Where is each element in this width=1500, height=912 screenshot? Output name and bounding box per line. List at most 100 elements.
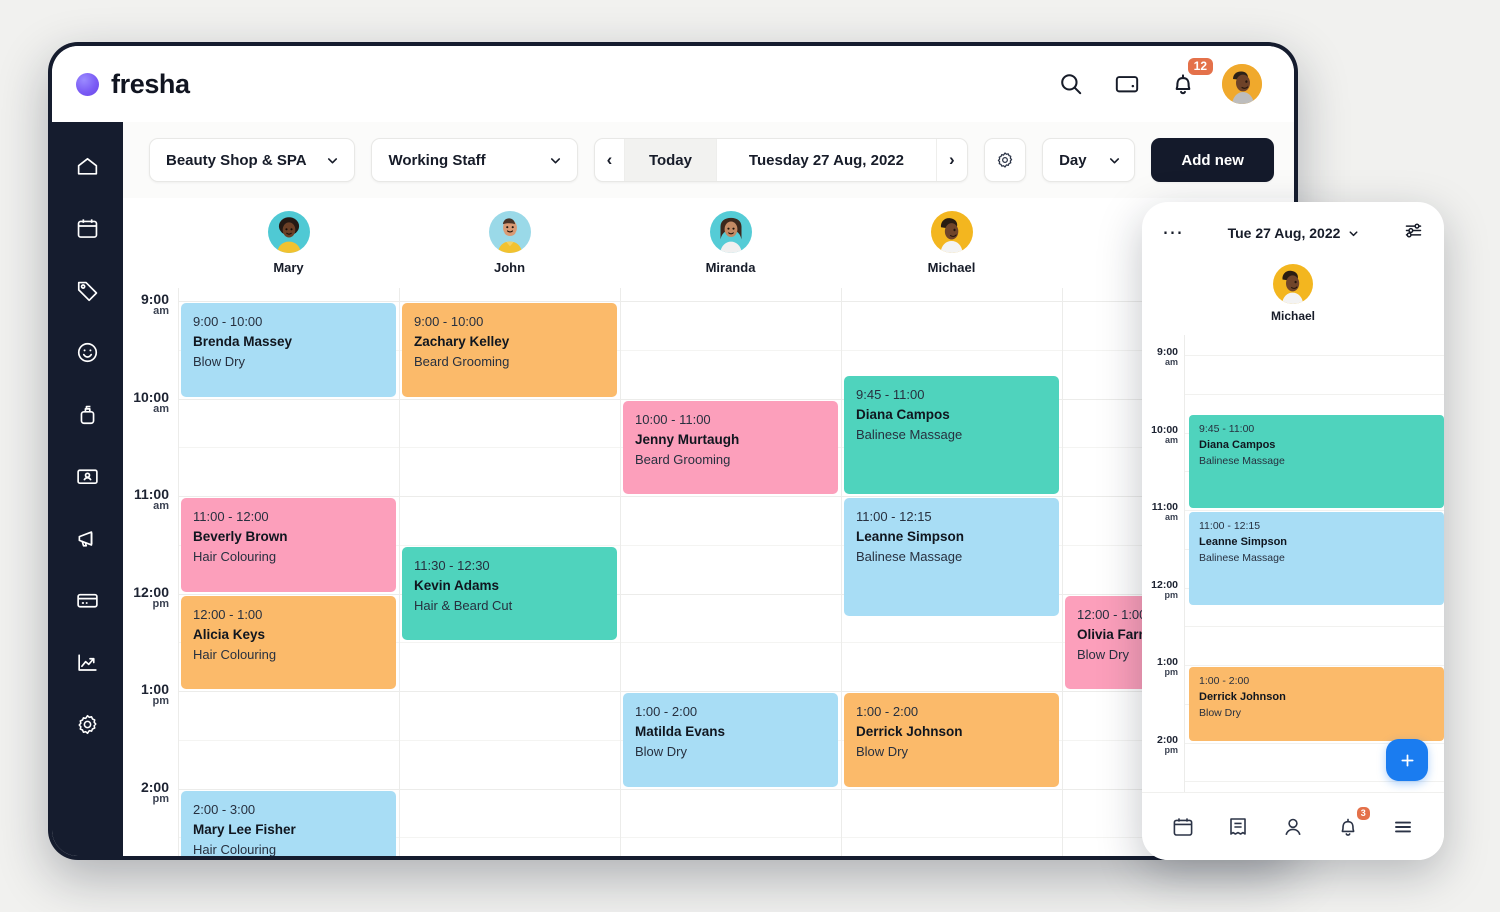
- column-divider: [841, 288, 842, 856]
- next-day-button[interactable]: ›: [937, 139, 967, 181]
- brand-logo[interactable]: fresha: [76, 69, 190, 100]
- tablet-device-frame: fresha 12 Beauty Shop & SPA Working Staf…: [48, 42, 1298, 860]
- appointment-client: Zachary Kelley: [414, 334, 510, 349]
- appointment-card[interactable]: 10:00 - 11:00 Jenny Murtaugh Beard Groom…: [623, 400, 838, 494]
- sidebar-item-clients[interactable]: [68, 334, 108, 370]
- appointment-client: Jenny Murtaugh: [635, 431, 740, 447]
- nav-item-menu[interactable]: [1385, 809, 1421, 845]
- appointment-client: Leanne Simpson: [856, 529, 965, 544]
- avatar[interactable]: [930, 211, 973, 253]
- staff-filter-select[interactable]: Working Staff: [371, 138, 578, 182]
- sidebar-item-payments[interactable]: [68, 582, 108, 618]
- time-meridiem: am: [1164, 434, 1178, 445]
- appointment-time: 1:00 - 2:00: [635, 704, 698, 719]
- appointment-card[interactable]: 9:45 - 11:00 Diana Campos Balinese Massa…: [844, 376, 1059, 494]
- sidebar-item-calendar[interactable]: [68, 210, 108, 246]
- sidebar-item-products[interactable]: [68, 396, 108, 432]
- appointment-time: 11:00 - 12:15: [1199, 520, 1261, 532]
- person-icon: [1285, 818, 1301, 835]
- header-actions: 12: [1054, 58, 1262, 104]
- more-dots-icon[interactable]: ⋯: [1162, 222, 1185, 243]
- sidebar-item-sales[interactable]: [68, 272, 108, 308]
- fresha-dot-logo-icon: [76, 72, 99, 96]
- chevron-down-icon: [328, 157, 338, 163]
- appointment-service: Blow Dry: [193, 354, 246, 369]
- nav-item-calendar[interactable]: [1165, 809, 1201, 845]
- avatar[interactable]: [488, 211, 531, 253]
- sidebar-item-reports[interactable]: [68, 644, 108, 680]
- avatar[interactable]: [709, 211, 752, 253]
- appointment-client: Leanne Simpson: [1199, 536, 1288, 548]
- analytics-icon: [78, 653, 97, 671]
- plus-icon: [1400, 753, 1414, 767]
- staff-column-header[interactable]: Miranda: [620, 198, 841, 288]
- time-meridiem: am: [1164, 357, 1178, 368]
- mobile-filter-button[interactable]: [1403, 220, 1424, 246]
- grid-line: [178, 301, 1294, 302]
- gear-icon: [997, 152, 1013, 168]
- grid-line: [1185, 781, 1444, 783]
- mobile-appointment-card[interactable]: 9:45 - 11:00 Diana Campos Balinese Massa…: [1189, 415, 1444, 508]
- prev-day-button[interactable]: ‹: [595, 139, 625, 181]
- appointment-card[interactable]: 11:30 - 12:30 Kevin Adams Hair & Beard C…: [402, 546, 617, 641]
- sidebar-item-team[interactable]: [68, 458, 108, 494]
- time-hour: 9:00: [140, 291, 169, 307]
- staff-column-header[interactable]: Mary: [178, 198, 399, 288]
- time-axis: 9:00 am 10:00 am 11:00 am 12:00 pm 1:00 pm 2:00 pm: [123, 288, 178, 856]
- smiley-icon: [77, 342, 98, 362]
- sidebar-item-marketing[interactable]: [68, 520, 108, 556]
- appointment-card[interactable]: 12:00 - 1:00 Alicia Keys Hair Colouring: [181, 595, 396, 689]
- time-meridiem: pm: [152, 792, 170, 805]
- chevron-down-icon: [550, 157, 560, 163]
- appointment-card[interactable]: 1:00 - 2:00 Derrick Johnson Blow Dry: [844, 693, 1059, 787]
- date-navigator: ‹ Today Tuesday 27 Aug, 2022 ›: [593, 138, 968, 182]
- home-icon: [77, 157, 98, 175]
- view-mode-select[interactable]: Day: [1042, 138, 1136, 182]
- sidebar-item-settings[interactable]: [68, 706, 108, 742]
- add-appointment-fab[interactable]: [1386, 739, 1428, 781]
- calendar-grid: 9:00 am 10:00 am 11:00 am 12:00 pm 1:00 pm 2:00 pm …: [123, 288, 1294, 856]
- nav-item-clients[interactable]: [1275, 809, 1311, 845]
- nav-item-sales[interactable]: [1220, 809, 1256, 845]
- grid-line: [178, 398, 1294, 400]
- chevron-down-icon: [1110, 157, 1120, 163]
- appointment-client: Matilda Evans: [635, 724, 726, 739]
- appointment-service: Balinese Massage: [856, 427, 963, 443]
- staff-column-header[interactable]: John: [399, 198, 620, 288]
- appointment-card[interactable]: 1:00 - 2:00 Matilda Evans Blow Dry: [623, 693, 838, 787]
- appointment-card[interactable]: 11:00 - 12:15 Leanne Simpson Balinese Ma…: [844, 498, 1059, 616]
- calendar-settings-button[interactable]: [983, 138, 1027, 182]
- mobile-date-label: Tue 27 Aug, 2022: [1227, 225, 1341, 241]
- mobile-appointment-card[interactable]: 1:00 - 2:00 Derrick Johnson Blow Dry: [1189, 667, 1444, 741]
- staff-column-header[interactable]: Michael: [841, 198, 1062, 288]
- add-new-button[interactable]: Add new: [1151, 138, 1275, 182]
- appointment-card[interactable]: 9:00 - 10:00 Zachary Kelley Beard Groomi…: [402, 303, 617, 397]
- today-button[interactable]: Today: [624, 139, 717, 181]
- grid-line: [1185, 626, 1444, 628]
- mobile-appointment-card[interactable]: 11:00 - 12:15 Leanne Simpson Balinese Ma…: [1189, 512, 1444, 605]
- calendar-columns: 9:00 - 10:00 Brenda Massey Blow Dry 11:00…: [178, 288, 1294, 856]
- appointment-time: 9:45 - 11:00: [1199, 423, 1255, 436]
- sidebar-item-home[interactable]: [68, 148, 108, 184]
- appointment-card[interactable]: 9:00 - 10:00 Brenda Massey Blow Dry: [181, 303, 396, 397]
- appointment-time: 9:00 - 10:00: [193, 314, 263, 329]
- wallet-icon[interactable]: [1110, 67, 1144, 101]
- avatar[interactable]: [1222, 64, 1262, 104]
- appointment-card[interactable]: 11:00 - 12:00 Beverly Brown Hair Colouri…: [181, 498, 396, 592]
- grid-line: [178, 788, 1294, 790]
- grid-line: [1185, 665, 1444, 666]
- current-date-label[interactable]: Tuesday 27 Aug, 2022: [717, 139, 937, 181]
- appointment-card[interactable]: 2:00 - 3:00 Mary Lee Fisher Hair Colouri…: [181, 790, 396, 856]
- nav-item-notifications[interactable]: 3: [1330, 806, 1370, 845]
- location-select[interactable]: Beauty Shop & SPA: [149, 138, 356, 182]
- avatar[interactable]: [267, 211, 310, 253]
- bell-icon[interactable]: 12: [1166, 58, 1213, 101]
- screenshot-stage: fresha 12 Beauty Shop & SPA Working Staf…: [0, 0, 1500, 912]
- search-icon[interactable]: [1054, 67, 1088, 101]
- mobile-time-label: 2:00 pm: [1157, 734, 1178, 755]
- avatar[interactable]: [1273, 264, 1313, 304]
- time-label: 11:00 am: [134, 487, 169, 512]
- appointment-time: 11:00 - 12:00: [193, 509, 269, 524]
- time-meridiem: am: [1164, 512, 1178, 523]
- mobile-date-selector[interactable]: Tue 27 Aug, 2022: [1228, 225, 1361, 241]
